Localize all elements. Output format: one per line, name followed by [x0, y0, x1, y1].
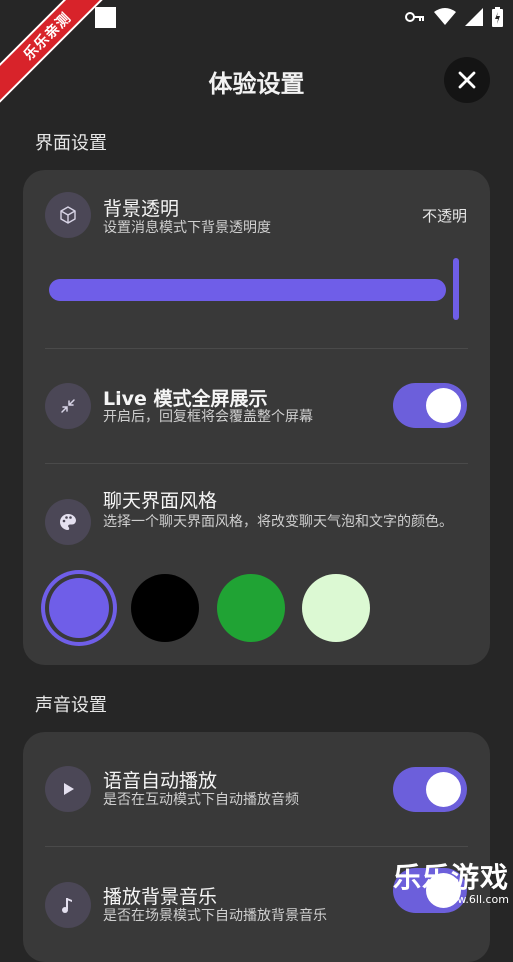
watermark-url: www.6ll.com [439, 893, 509, 906]
style-swatch-purple[interactable] [49, 578, 109, 638]
transparency-slider-track[interactable] [49, 279, 446, 301]
section-title-sound: 声音设置 [35, 695, 107, 716]
sound-settings-card: 语音自动播放 是否在互动模式下自动播放音频 播放背景音乐 是否在场景模式下自动播… [23, 732, 490, 962]
status-bar: 乐乐亲测 [0, 0, 513, 107]
chat-style-title: 聊天界面风格 [103, 490, 218, 512]
signal-icon [465, 8, 483, 26]
bg-transparency-subtitle: 设置消息模式下背景透明度 [103, 220, 271, 236]
toggle-knob [426, 772, 461, 807]
transparency-slider-thumb[interactable] [453, 258, 459, 320]
live-fullscreen-toggle[interactable] [393, 383, 467, 428]
style-swatch-green[interactable] [217, 574, 285, 642]
divider [45, 463, 468, 464]
cube-icon [45, 192, 91, 238]
bg-transparency-value: 不透明 [421, 207, 467, 225]
close-icon [458, 71, 476, 89]
watermark: 乐乐游戏 www.6ll.com [393, 862, 509, 906]
key-icon [405, 12, 424, 22]
interface-settings-card: 背景透明 设置消息模式下背景透明度 不透明 Live 模式全屏展示 开启后，回复… [23, 170, 490, 665]
music-note-icon [45, 882, 91, 928]
chat-style-subtitle: 选择一个聊天界面风格，将改变聊天气泡和文字的颜色。 [103, 514, 453, 530]
bg-music-subtitle: 是否在场景模式下自动播放背景音乐 [103, 908, 327, 924]
palette-icon [45, 499, 91, 545]
square-icon [95, 7, 116, 28]
voice-autoplay-toggle[interactable] [393, 767, 467, 812]
style-swatch-black[interactable] [131, 574, 199, 642]
collapse-arrows-icon [45, 383, 91, 429]
style-swatch-light-green[interactable] [302, 574, 370, 642]
live-fullscreen-subtitle: 开启后，回复框将会覆盖整个屏幕 [103, 409, 313, 425]
divider [45, 846, 468, 847]
close-button[interactable] [444, 57, 490, 103]
status-icons [405, 7, 503, 27]
voice-autoplay-subtitle: 是否在互动模式下自动播放音频 [103, 792, 299, 808]
watermark-main: 乐乐游戏 [392, 861, 509, 894]
battery-icon [492, 7, 503, 27]
wifi-icon [434, 8, 456, 25]
play-icon [45, 766, 91, 812]
toggle-knob [426, 388, 461, 423]
divider [45, 348, 468, 349]
page-title: 体验设置 [208, 70, 305, 98]
section-title-interface: 界面设置 [35, 133, 107, 154]
